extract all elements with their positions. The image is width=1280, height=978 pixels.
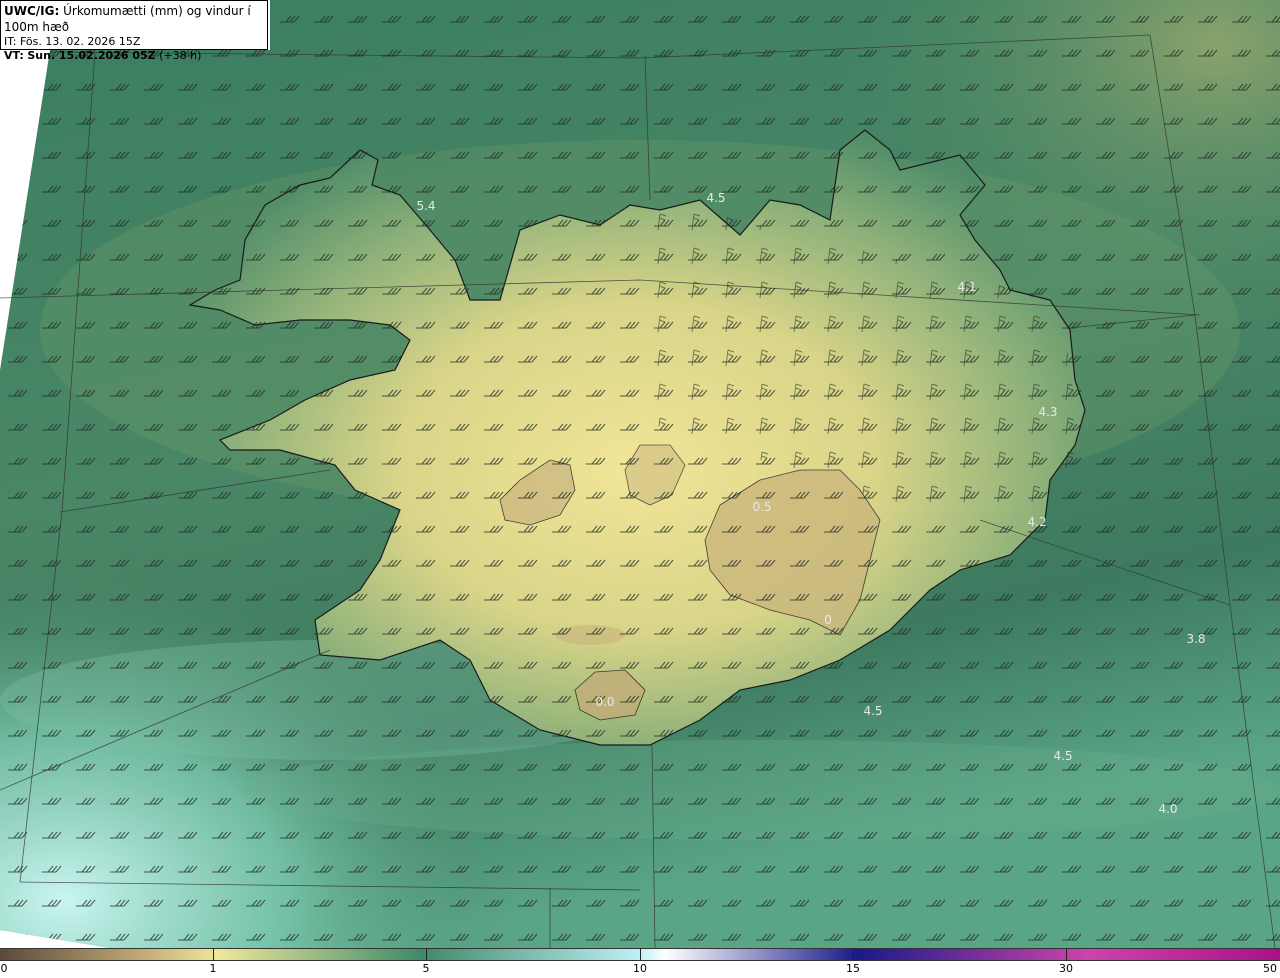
value-label: 4.1 — [957, 280, 977, 294]
vt-value: Sun. 15.02.2026 05Z — [27, 49, 156, 62]
value-label: 0 — [824, 613, 832, 627]
vt-lead: (+38 h) — [159, 49, 202, 62]
colorbar-tick: 5 — [422, 962, 430, 975]
colorbar-tick: 50 — [1263, 962, 1277, 975]
value-label: 4.5 — [863, 704, 883, 718]
forecast-info-box: UWC/IG: Úrkomumætti (mm) og vindur í 100… — [0, 0, 268, 62]
value-label: 4.0 — [1158, 802, 1178, 816]
value-label: 0.0 — [595, 695, 615, 709]
model-name: UWC/IG: — [4, 4, 60, 18]
colorbar-tick: 10 — [633, 962, 647, 975]
precipitation-map — [0, 0, 1280, 948]
value-label: 4.5 — [706, 191, 726, 205]
colorbar-tick: 0 — [0, 962, 8, 975]
value-label: 0.5 — [752, 500, 772, 514]
it-value: Fös. 13. 02. 2026 15Z — [19, 35, 141, 48]
value-label: 4.3 — [1038, 405, 1058, 419]
value-label: 4.5 — [1053, 749, 1073, 763]
value-label: 3.8 — [1186, 632, 1206, 646]
value-label: 5.4 — [416, 199, 436, 213]
it-label: IT: — [4, 35, 17, 48]
vt-label: VT: — [4, 49, 24, 62]
value-label: 4.2 — [1027, 515, 1047, 529]
colorbar-tick: 1 — [209, 962, 217, 975]
colorbar-tick: 30 — [1059, 962, 1073, 975]
colorbar-tick: 15 — [846, 962, 860, 975]
